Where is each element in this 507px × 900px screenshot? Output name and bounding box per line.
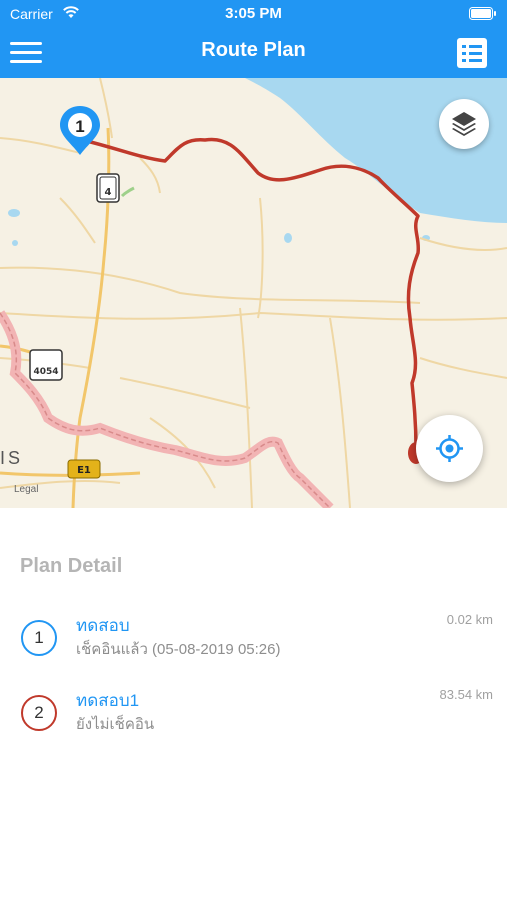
route-e1-label: E1 xyxy=(77,465,91,476)
battery-icon xyxy=(469,7,496,20)
highway-shield-4054: 4054 xyxy=(29,349,63,381)
plan-detail-title: Plan Detail xyxy=(20,555,123,577)
plan-item-index: 1 xyxy=(34,628,44,647)
green-area xyxy=(120,186,135,198)
border-line xyxy=(0,310,334,508)
lake xyxy=(8,209,20,217)
lake xyxy=(284,233,292,243)
list-icon[interactable] xyxy=(455,36,489,70)
plan-item-index: 2 xyxy=(34,703,44,722)
locate-me-icon xyxy=(436,435,463,462)
nav-bar: Route Plan xyxy=(0,28,507,78)
region-label: IS xyxy=(0,448,24,468)
highway-4-label: 4 xyxy=(105,187,112,198)
plan-item-name: ทดสอบ1 xyxy=(76,691,140,710)
plan-item-distance: 83.54 km xyxy=(439,687,493,702)
plan-detail-panel: Plan Detail 1 ทดสอบ เช็คอินแล้ว (05-08-2… xyxy=(0,508,507,900)
route-line xyxy=(81,137,421,449)
layers-button[interactable] xyxy=(439,99,489,149)
plan-item-2[interactable]: 2 ทดสอบ1 ยังไม่เช็คอิน 83.54 km xyxy=(0,687,507,755)
clock: 3:05 PM xyxy=(225,5,282,22)
page-title: Route Plan xyxy=(201,39,306,61)
route-shield-e1: E1 xyxy=(67,459,101,479)
map-marker-1[interactable]: 1 xyxy=(60,106,100,155)
plan-item-1[interactable]: 1 ทดสอบ เช็คอินแล้ว (05-08-2019 05:26) 0… xyxy=(0,612,507,680)
lake xyxy=(12,240,18,246)
map-marker-1-label: 1 xyxy=(75,117,84,136)
highway-shield-4: 4 xyxy=(96,173,120,203)
plan-item-name: ทดสอบ xyxy=(76,616,130,635)
plan-item-status: ยังไม่เช็คอิน xyxy=(76,716,155,733)
legal-link[interactable]: Legal xyxy=(14,484,38,495)
plan-item-badge: 1 xyxy=(21,620,57,656)
locate-me-button[interactable] xyxy=(416,415,483,482)
status-bar: Carrier 3:05 PM xyxy=(0,0,507,28)
highway-4054-label: 4054 xyxy=(33,367,58,377)
plan-item-badge: 2 xyxy=(21,695,57,731)
layers-icon xyxy=(452,112,476,136)
plan-item-distance: 0.02 km xyxy=(446,612,493,627)
plan-item-status: เช็คอินแล้ว (05-08-2019 05:26) xyxy=(76,641,281,658)
map-view[interactable]: 4 4054 E1 1 IS Legal xyxy=(0,78,507,508)
